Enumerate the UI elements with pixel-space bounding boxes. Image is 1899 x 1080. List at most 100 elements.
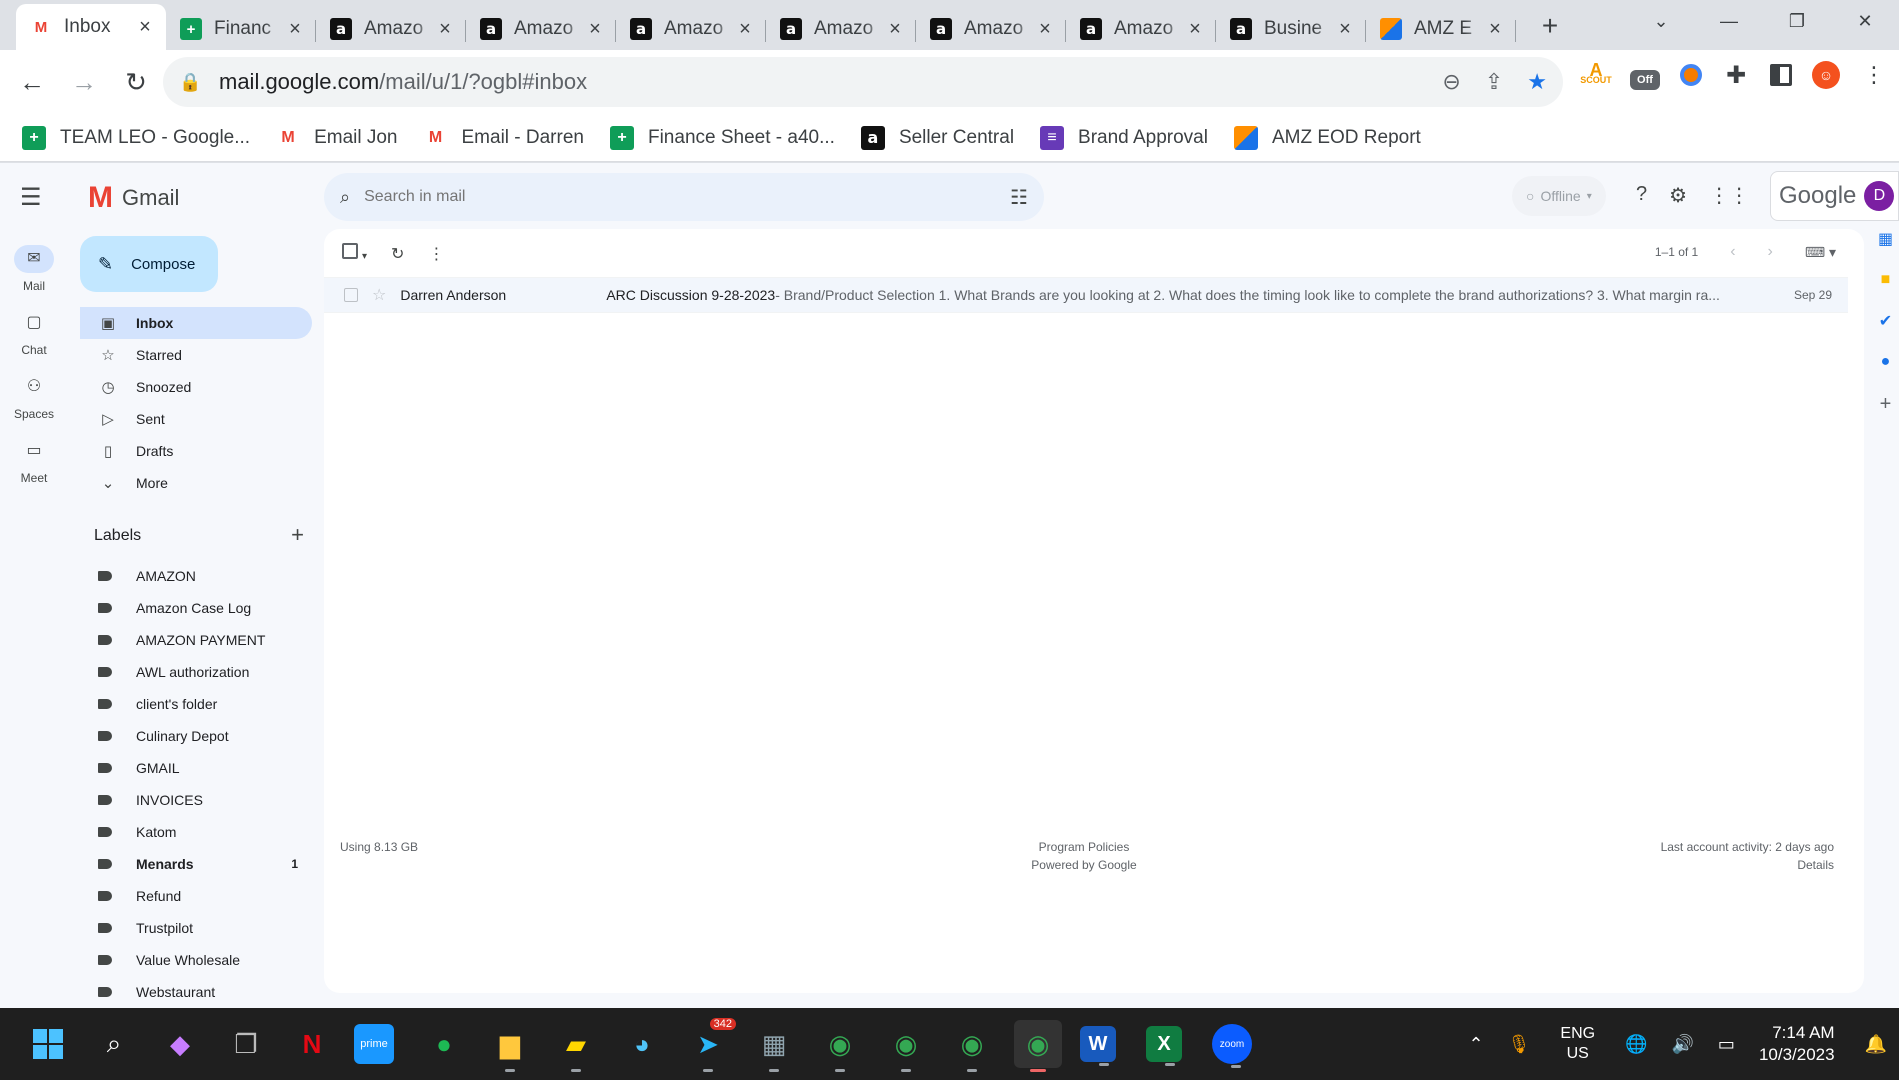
row-checkbox[interactable] [344, 288, 358, 302]
search-input[interactable] [364, 188, 965, 206]
close-icon[interactable]: × [1186, 18, 1204, 41]
zoom-icon[interactable]: ⊖ [1442, 69, 1460, 95]
chevron-up-icon[interactable]: ⌃ [1468, 1034, 1483, 1055]
nav-inbox[interactable]: ▣ Inbox [80, 307, 312, 339]
word-icon[interactable]: W [1080, 1026, 1116, 1066]
label-item[interactable]: Culinary Depot [80, 720, 312, 752]
side-panel-icon[interactable] [1770, 64, 1792, 86]
windows-start-icon[interactable] [24, 1020, 72, 1068]
add-addon-icon[interactable]: + [1880, 393, 1892, 416]
share-icon[interactable]: ⇪ [1485, 69, 1503, 95]
network-icon[interactable]: 🌐 [1625, 1034, 1647, 1055]
chrome-icon[interactable]: ◉ [882, 1020, 930, 1072]
nav-sent[interactable]: ▷ Sent [80, 403, 312, 435]
microphone-icon[interactable]: 🎙 [1508, 1034, 1531, 1055]
google-account-area[interactable]: Google D [1770, 171, 1899, 221]
close-icon[interactable]: × [286, 18, 304, 41]
bookmark-amz-eod-report[interactable]: AMZ EOD Report [1233, 125, 1421, 150]
netflix-icon[interactable]: N [288, 1020, 336, 1068]
scout-extension-icon[interactable]: A SCOUT [1580, 61, 1612, 89]
excel-icon[interactable]: X [1146, 1026, 1182, 1066]
chrome-icon[interactable]: ◉ [816, 1020, 864, 1072]
label-item[interactable]: INVOICES [80, 784, 312, 816]
label-item[interactable]: AMAZON PAYMENT [80, 624, 312, 656]
battery-icon[interactable]: ▭ [1718, 1034, 1735, 1055]
spotify-icon[interactable]: ● [420, 1020, 468, 1068]
close-icon[interactable]: × [1036, 18, 1054, 41]
label-item[interactable]: client's folder [80, 688, 312, 720]
copilot-icon[interactable]: ◆ [156, 1020, 204, 1068]
close-icon[interactable]: × [886, 18, 904, 41]
help-icon[interactable]: ? [1636, 183, 1647, 208]
details-link[interactable]: Details [1661, 858, 1834, 872]
volume-icon[interactable]: 🔊 [1672, 1034, 1694, 1055]
tab-amazon[interactable]: a Amazo × [316, 8, 466, 50]
notification-bell-icon[interactable]: 🔔 [1865, 1034, 1887, 1055]
tab-amazon[interactable]: a Amazo × [766, 8, 916, 50]
label-item[interactable]: AWL authorization [80, 656, 312, 688]
calendar-icon[interactable]: ▦ [1878, 229, 1893, 249]
label-item[interactable]: Value Wholesale [80, 944, 312, 976]
search-icon[interactable]: ⌕ [340, 187, 350, 208]
nav-starred[interactable]: ☆ Starred [80, 339, 312, 371]
rail-chat[interactable]: ▢ Chat [0, 309, 68, 357]
off-extension-icon[interactable]: Off [1630, 70, 1660, 90]
tab-amazon[interactable]: a Amazo × [466, 8, 616, 50]
contacts-icon[interactable]: ● [1881, 353, 1891, 371]
close-icon[interactable]: × [736, 18, 754, 41]
puzzle-icon[interactable]: ✚ [1722, 61, 1750, 89]
address-bar[interactable]: 🔒 mail.google.com/mail/u/1/?ogbl#inbox ⊖… [163, 57, 1563, 107]
label-item[interactable]: Menards 1 [80, 848, 312, 880]
nav-more[interactable]: ⌄ More [80, 467, 312, 499]
label-item[interactable]: GMAIL [80, 752, 312, 784]
prime-video-icon[interactable]: prime [354, 1024, 394, 1064]
tab-amazon[interactable]: a Amazo × [616, 8, 766, 50]
rail-spaces[interactable]: ⚇ Spaces [0, 373, 68, 421]
label-item[interactable]: Katom [80, 816, 312, 848]
task-view-icon[interactable]: ❐ [222, 1020, 270, 1068]
input-tools-icon[interactable]: ⌨ ▾ [1805, 244, 1836, 261]
bookmark-finance-sheet[interactable]: + Finance Sheet - a40... [609, 125, 835, 150]
settings-gear-icon[interactable]: ⚙ [1669, 183, 1687, 208]
search-icon[interactable]: ⌕ [90, 1020, 138, 1068]
file-explorer-icon[interactable]: ▆ [486, 1020, 534, 1072]
lock-icon[interactable]: 🔒 [179, 72, 203, 93]
close-icon[interactable]: × [436, 18, 454, 41]
tab-search-icon[interactable]: ⌄ [1627, 11, 1695, 32]
label-item[interactable]: Refund [80, 880, 312, 912]
close-icon[interactable]: × [136, 16, 154, 39]
bookmark-brand-approval[interactable]: ≡ Brand Approval [1040, 125, 1208, 150]
bookmark-email-darren[interactable]: M Email - Darren [424, 126, 584, 150]
email-row[interactable]: ☆ Darren Anderson ARC Discussion 9-28-20… [324, 277, 1848, 313]
prev-page-icon[interactable]: ‹ [1730, 243, 1735, 261]
reload-icon[interactable]: ↻ [116, 62, 156, 102]
tab-amz-eod[interactable]: AMZ E × [1366, 8, 1516, 50]
bookmark-team-leo[interactable]: + TEAM LEO - Google... [22, 125, 250, 150]
close-icon[interactable]: × [1336, 18, 1354, 41]
tab-finance[interactable]: + Financ × [166, 8, 316, 50]
close-icon[interactable]: × [1486, 18, 1504, 41]
status-selector[interactable]: ○ Offline ▾ [1512, 176, 1606, 216]
program-policies-link[interactable]: Program Policies [984, 840, 1184, 854]
search-options-icon[interactable]: ☷ [1010, 185, 1028, 210]
tab-amazon[interactable]: a Amazo × [1066, 8, 1216, 50]
chrome-icon[interactable]: ◉ [1014, 1020, 1062, 1072]
keep-icon[interactable]: ■ [1881, 271, 1891, 289]
chrome-icon[interactable]: ◉ [948, 1020, 996, 1072]
bookmark-star-icon[interactable]: ★ [1527, 69, 1547, 95]
tasks-icon[interactable]: ✔ [1879, 311, 1892, 331]
label-item[interactable]: AMAZON [80, 560, 312, 592]
refresh-icon[interactable]: ↻ [391, 244, 404, 264]
calculator-icon[interactable]: ▦ [750, 1020, 798, 1072]
tab-inbox[interactable]: M Inbox × [16, 4, 166, 50]
tab-amazon[interactable]: a Amazo × [916, 8, 1066, 50]
telegram-icon[interactable]: ➤ 342 [684, 1018, 736, 1072]
restore-icon[interactable]: ❐ [1763, 11, 1831, 32]
clock[interactable]: 7:14 AM 10/3/2023 [1759, 1022, 1835, 1066]
menu-icon[interactable]: ⋮ [1860, 61, 1888, 89]
bookmark-email-jon[interactable]: M Email Jon [276, 126, 397, 150]
language-indicator[interactable]: ENG US [1560, 1024, 1595, 1064]
tab-business[interactable]: a Busine × [1216, 8, 1366, 50]
forward-icon[interactable]: → [64, 62, 104, 102]
zoom-icon[interactable]: zoom [1212, 1024, 1252, 1068]
